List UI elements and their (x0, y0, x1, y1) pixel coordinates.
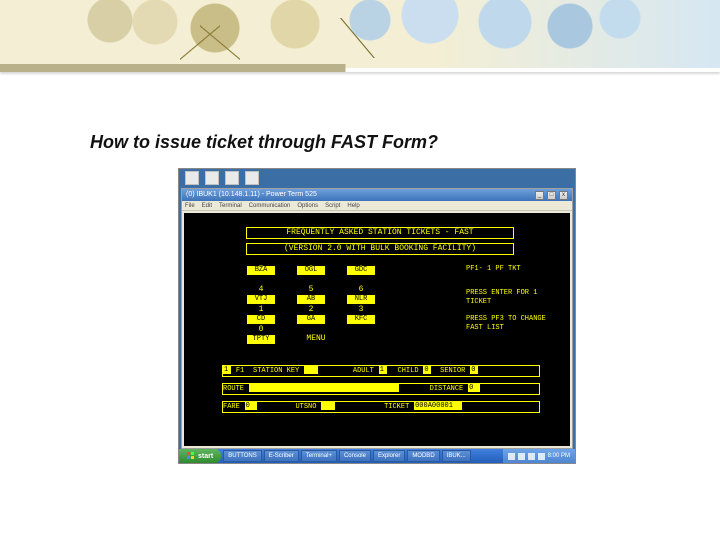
taskbar-item[interactable]: Explorer (373, 450, 405, 462)
station-key[interactable]: CD (247, 315, 275, 324)
desktop-icon[interactable] (205, 171, 219, 185)
station-key[interactable]: VTJ (247, 295, 275, 304)
fare-input[interactable]: 0 (245, 402, 257, 410)
slide-title: How to issue ticket through FAST Form? (90, 132, 438, 153)
hint-pf3: PRESS PF3 TO CHANGE FAST LIST (466, 315, 558, 333)
tray-icon[interactable] (538, 453, 545, 460)
hint-enter: PRESS ENTER FOR 1 TICKET (466, 289, 558, 307)
station-key[interactable]: OGL (297, 266, 325, 275)
row-station: 1 F1 STATION KEY ADULT 1 CHILD 0 SENIOR … (222, 365, 540, 377)
adult-input[interactable]: 1 (379, 366, 387, 374)
route-input[interactable] (249, 384, 399, 392)
row-route: ROUTE DISTANCE 0 (222, 383, 540, 395)
key-num: 4 (246, 285, 276, 294)
taskbar-item[interactable]: Console (339, 450, 371, 462)
taskbar-item[interactable]: Terminal+ (301, 450, 337, 462)
menu-item[interactable]: Help (347, 203, 359, 209)
taskbar-item[interactable]: MODBD (407, 450, 439, 462)
desktop-icon[interactable] (185, 171, 199, 185)
system-tray: 8:00 PM (503, 449, 575, 463)
child-label: CHILD (398, 367, 419, 375)
window-controls: _ □ x (534, 189, 568, 201)
start-button[interactable]: start (179, 449, 221, 463)
adult-label: ADULT (353, 367, 374, 375)
station-key[interactable]: KFC (347, 315, 375, 324)
menu-item[interactable]: Edit (202, 203, 212, 209)
tray-icon[interactable] (528, 453, 535, 460)
menu-item[interactable]: Script (325, 203, 340, 209)
menu-item[interactable]: File (185, 203, 195, 209)
minimize-button[interactable]: _ (535, 191, 544, 200)
station-key[interactable]: TPTY (247, 335, 275, 344)
route-label: ROUTE (223, 385, 244, 393)
close-button[interactable]: x (559, 191, 568, 200)
child-input[interactable]: 0 (423, 366, 431, 374)
start-label: start (198, 453, 213, 460)
distance-input[interactable]: 0 (468, 384, 480, 392)
tray-icon[interactable] (508, 453, 515, 460)
key-num: 6 (346, 285, 376, 294)
desktop-icon[interactable] (225, 171, 239, 185)
key-num: 3 (346, 305, 376, 314)
window-titlebar[interactable]: (0) IBUK1 (10.148.1.11) - Power Term 525… (182, 189, 572, 201)
taskbar-item[interactable]: IBUK... (442, 450, 471, 462)
windows-icon (187, 452, 195, 460)
xp-screenshot: (0) IBUK1 (10.148.1.11) - Power Term 525… (178, 168, 576, 464)
f1-label: F1 (236, 367, 244, 375)
row-fare: FARE 0 UTSNO TICKET 000A00001 (222, 401, 540, 413)
utsno-label: UTSNO (295, 403, 316, 411)
decorative-banner (0, 0, 720, 68)
taskbar-item[interactable]: E-Scriber (264, 450, 299, 462)
menu-item[interactable]: Options (297, 203, 318, 209)
menu-item[interactable]: Terminal (219, 203, 242, 209)
menu-bar: File Edit Terminal Communication Options… (182, 201, 572, 211)
station-key[interactable]: GA (297, 315, 325, 324)
senior-label: SENIOR (440, 367, 465, 375)
station-key-input[interactable] (304, 366, 318, 374)
menu-item[interactable]: Communication (249, 203, 291, 209)
window-title: (0) IBUK1 (10.148.1.11) - Power Term 525 (186, 189, 317, 201)
key-num: 1 (246, 305, 276, 314)
menu-label: MENU (296, 334, 336, 343)
station-key[interactable]: AB (297, 295, 325, 304)
station-key-label: STATION KEY (253, 367, 299, 375)
station-key[interactable]: NLR (347, 295, 375, 304)
f1-val[interactable]: 1 (223, 366, 231, 374)
key-num: 0 (246, 325, 276, 334)
ticket-label: TICKET (384, 403, 409, 411)
terminal-window: (0) IBUK1 (10.148.1.11) - Power Term 525… (181, 188, 573, 449)
maximize-button[interactable]: □ (547, 191, 556, 200)
fare-label: FARE (223, 403, 240, 411)
key-num: 5 (296, 285, 326, 294)
term-header-2: (VERSION 2.0 WITH BULK BOOKING FACILITY) (246, 243, 514, 255)
tray-icon[interactable] (518, 453, 525, 460)
distance-label: DISTANCE (430, 385, 464, 393)
desktop-icons (179, 169, 575, 187)
hint-pf1: PF1- 1 PF TKT (466, 265, 558, 274)
senior-input[interactable]: 0 (470, 366, 478, 374)
terminal-screen: FREQUENTLY ASKED STATION TICKETS - FAST … (184, 213, 570, 446)
clock: 8:00 PM (548, 453, 570, 459)
key-num: 2 (296, 305, 326, 314)
taskbar: start BUTTONS E-Scriber Terminal+ Consol… (179, 449, 575, 463)
station-key[interactable]: GDC (347, 266, 375, 275)
taskbar-item[interactable]: BUTTONS (223, 450, 262, 462)
term-header-1: FREQUENTLY ASKED STATION TICKETS - FAST (246, 227, 514, 239)
utsno-input[interactable] (321, 402, 335, 410)
ticket-value: 000A00001 (414, 402, 462, 410)
desktop-icon[interactable] (245, 171, 259, 185)
station-key[interactable]: BZA (247, 266, 275, 275)
